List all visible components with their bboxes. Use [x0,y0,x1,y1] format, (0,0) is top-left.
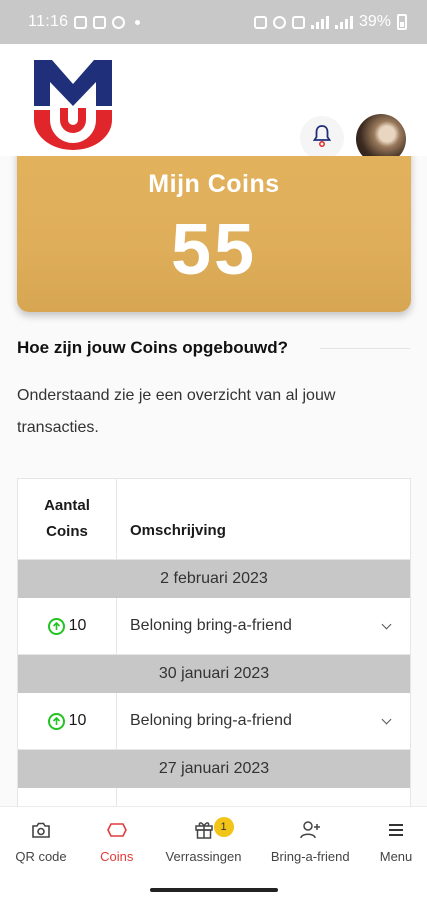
status-time: 11:16 [28,13,69,30]
battery-percent: 39% [358,13,391,30]
transaction-description-text: Beloning bring-a-friend [130,712,292,729]
mu-logo-icon[interactable] [32,58,114,150]
signal-icon [334,15,353,29]
nav-label: Menu [379,849,413,864]
wifi-icon [310,15,329,29]
more-notifications-icon [135,19,141,25]
nav-qr-code[interactable]: QR code [6,807,76,884]
coin-icon [47,617,65,635]
mute-icon [291,15,305,29]
nfc-icon [253,15,267,29]
transaction-description: Beloning bring-a-friend [117,598,410,654]
nav-menu[interactable]: Menu [371,807,421,884]
transaction-amount [18,788,117,806]
nav-label: Bring-a-friend [270,849,350,864]
nav-coins[interactable]: Coins [87,807,147,884]
transaction-description [117,788,410,806]
coins-balance: 55 [170,210,258,290]
column-header-amount: Aantal Coins [18,479,117,559]
transaction-description-text: Beloning bring-a-friend [130,617,292,634]
transaction-amount: 10 [18,693,117,749]
home-indicator[interactable] [150,888,278,892]
date-group-header: 27 januari 2023 [18,750,410,788]
coin-icon [47,712,65,730]
notification-badge: 1 [213,817,234,837]
nav-label: QR code [15,849,67,864]
alarm-icon [272,15,286,29]
transaction-amount-value: 10 [68,712,87,729]
app-header [0,44,427,164]
mail-notification-icon [93,15,107,29]
coins-balance-card: Mijn Coins 55 [17,156,411,312]
add-user-icon [299,819,321,841]
column-header-description: Omschrijving [130,522,226,539]
menu-icon [387,819,405,841]
transactions-table: Aantal Coins Omschrijving 2 februari 202… [17,478,411,806]
coins-icon [106,819,128,841]
notifications-button[interactable] [300,116,344,160]
bell-icon [312,124,332,153]
status-bar-right: 39% [253,13,407,31]
section-description: Onderstaand zie je een overzicht van al … [17,387,336,436]
transaction-amount-value: 10 [68,617,87,634]
whatsapp-notification-icon [112,15,126,29]
transaction-description: Beloning bring-a-friend [117,693,410,749]
date-group-header: 30 januari 2023 [18,655,410,693]
nav-label: Verrassingen [165,849,242,864]
chevron-down-icon[interactable] [381,619,392,629]
date-group-header: 2 februari 2023 [18,560,410,598]
nav-verrassingen[interactable]: 1 Verrassingen [158,807,250,884]
table-header: Aantal Coins Omschrijving [18,479,410,560]
camera-icon [31,819,51,841]
section-title: Hoe zijn jouw Coins opgebouwd? [17,338,289,357]
image-notification-icon [74,15,88,29]
nav-bring-a-friend[interactable]: Bring-a-friend [260,807,360,884]
table-row[interactable]: 10 Beloning bring-a-friend [18,598,410,655]
transaction-amount: 10 [18,598,117,654]
status-bar-left: 11:16 [28,13,141,31]
battery-icon [397,14,407,30]
coins-card-title: Mijn Coins [148,170,280,198]
table-row[interactable]: 10 Beloning bring-a-friend [18,693,410,750]
chevron-down-icon[interactable] [381,714,392,724]
gift-icon [194,819,214,841]
status-bar: 11:16 39% [0,0,427,44]
gesture-area [0,884,427,900]
main-content[interactable]: Mijn Coins 55 Hoe zijn jouw Coins opgebo… [0,156,427,806]
bottom-navigation: QR code Coins 1 Verrassingen Bring-a-fri… [0,806,427,884]
section-divider [320,348,410,349]
table-row[interactable] [18,788,410,806]
nav-label: Coins [100,849,134,864]
